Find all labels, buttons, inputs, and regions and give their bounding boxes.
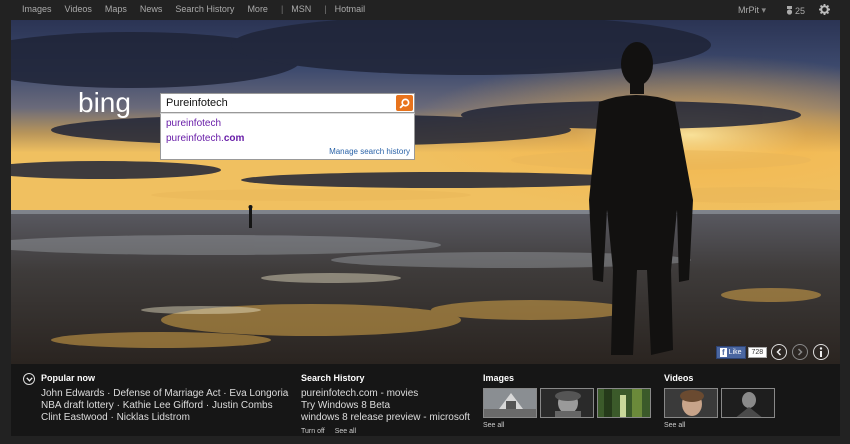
nav-maps[interactable]: Maps <box>105 4 127 14</box>
nav-images[interactable]: Images <box>22 4 52 14</box>
chevron-right-icon <box>797 348 803 356</box>
facebook-like: f Like 728 <box>716 346 768 359</box>
popular-now-line[interactable]: NBA draft lottery · Kathie Lee Gifford ·… <box>41 400 288 412</box>
popular-now-title: Popular now <box>41 373 95 383</box>
suggestion-item[interactable]: pureinfotech.com <box>166 133 244 144</box>
images-section: Images See all <box>483 373 654 429</box>
nav-search-history[interactable]: Search History <box>175 4 234 14</box>
nav-separator: | <box>280 4 284 14</box>
search-button[interactable] <box>396 95 413 111</box>
see-all-history-link[interactable]: See all <box>335 428 356 435</box>
videos-title: Videos <box>664 373 694 383</box>
collapse-panel-button[interactable] <box>23 373 35 385</box>
popular-now-section: Popular now John Edwards · Defense of Ma… <box>41 373 288 424</box>
search-query: Pureinfotech <box>166 97 228 109</box>
nav-videos[interactable]: Videos <box>65 4 92 14</box>
see-all-videos-link[interactable]: See all <box>664 422 685 429</box>
beach-sunset-image <box>11 20 840 364</box>
history-entry[interactable]: Try Windows 8 Beta <box>301 400 470 412</box>
info-icon <box>819 347 823 357</box>
rewards-count: 25 <box>794 5 805 16</box>
chevron-left-icon <box>776 348 782 356</box>
rewards-badge[interactable]: 25 <box>786 6 805 16</box>
like-button[interactable]: f Like <box>716 346 746 359</box>
chevron-down-icon <box>25 376 33 382</box>
video-thumbnail[interactable] <box>664 388 718 418</box>
facebook-icon: f <box>720 348 727 357</box>
video-thumbnail[interactable] <box>721 388 775 418</box>
next-image-button[interactable] <box>792 344 808 360</box>
search-history-section: Search History pureinfotech.com - movies… <box>301 373 470 435</box>
gear-icon[interactable] <box>819 4 830 17</box>
bing-logo[interactable]: bing <box>78 88 158 122</box>
bottom-panel: Popular now John Edwards · Defense of Ma… <box>11 364 840 436</box>
nav-news[interactable]: News <box>140 4 163 14</box>
manage-history-link[interactable]: Manage search history <box>329 147 410 156</box>
suggestions-dropdown: pureinfotech pureinfotech.com Manage sea… <box>160 113 415 160</box>
medal-icon <box>786 6 793 15</box>
svg-text:bing: bing <box>78 88 131 118</box>
popular-now-line[interactable]: John Edwards · Defense of Marriage Act ·… <box>41 388 288 400</box>
videos-section: Videos See all <box>664 373 778 429</box>
info-button[interactable] <box>813 344 829 360</box>
history-entry[interactable]: pureinfotech.com - movies <box>301 388 470 400</box>
background-photo <box>11 20 840 364</box>
user-menu[interactable]: MrPit <box>738 5 766 16</box>
top-right: MrPit 25 <box>738 4 830 17</box>
magnifier-icon <box>399 98 410 109</box>
nav-msn[interactable]: MSN <box>291 4 311 14</box>
top-bar: Images Videos Maps News Search History M… <box>0 0 850 20</box>
top-nav: Images Videos Maps News Search History M… <box>22 4 378 14</box>
like-count: 728 <box>747 347 768 358</box>
history-entry[interactable]: windows 8 release preview - microsoft <box>301 412 470 424</box>
turn-off-history-link[interactable]: Turn off <box>301 428 325 435</box>
nav-separator: | <box>324 4 327 14</box>
nav-hotmail[interactable]: Hotmail <box>335 4 366 14</box>
search-history-title: Search History <box>301 373 365 383</box>
previous-image-button[interactable] <box>771 344 787 360</box>
suggestion-item[interactable]: pureinfotech <box>166 118 221 129</box>
image-thumbnail[interactable] <box>540 388 594 418</box>
popular-now-line[interactable]: Clint Eastwood · Nicklas Lidstrom <box>41 412 288 424</box>
see-all-images-link[interactable]: See all <box>483 422 504 429</box>
images-title: Images <box>483 373 515 383</box>
image-thumbnail[interactable] <box>597 388 651 418</box>
search-input[interactable]: Pureinfotech <box>160 93 415 113</box>
image-thumbnail[interactable] <box>483 388 537 418</box>
nav-more[interactable]: More <box>247 4 268 14</box>
